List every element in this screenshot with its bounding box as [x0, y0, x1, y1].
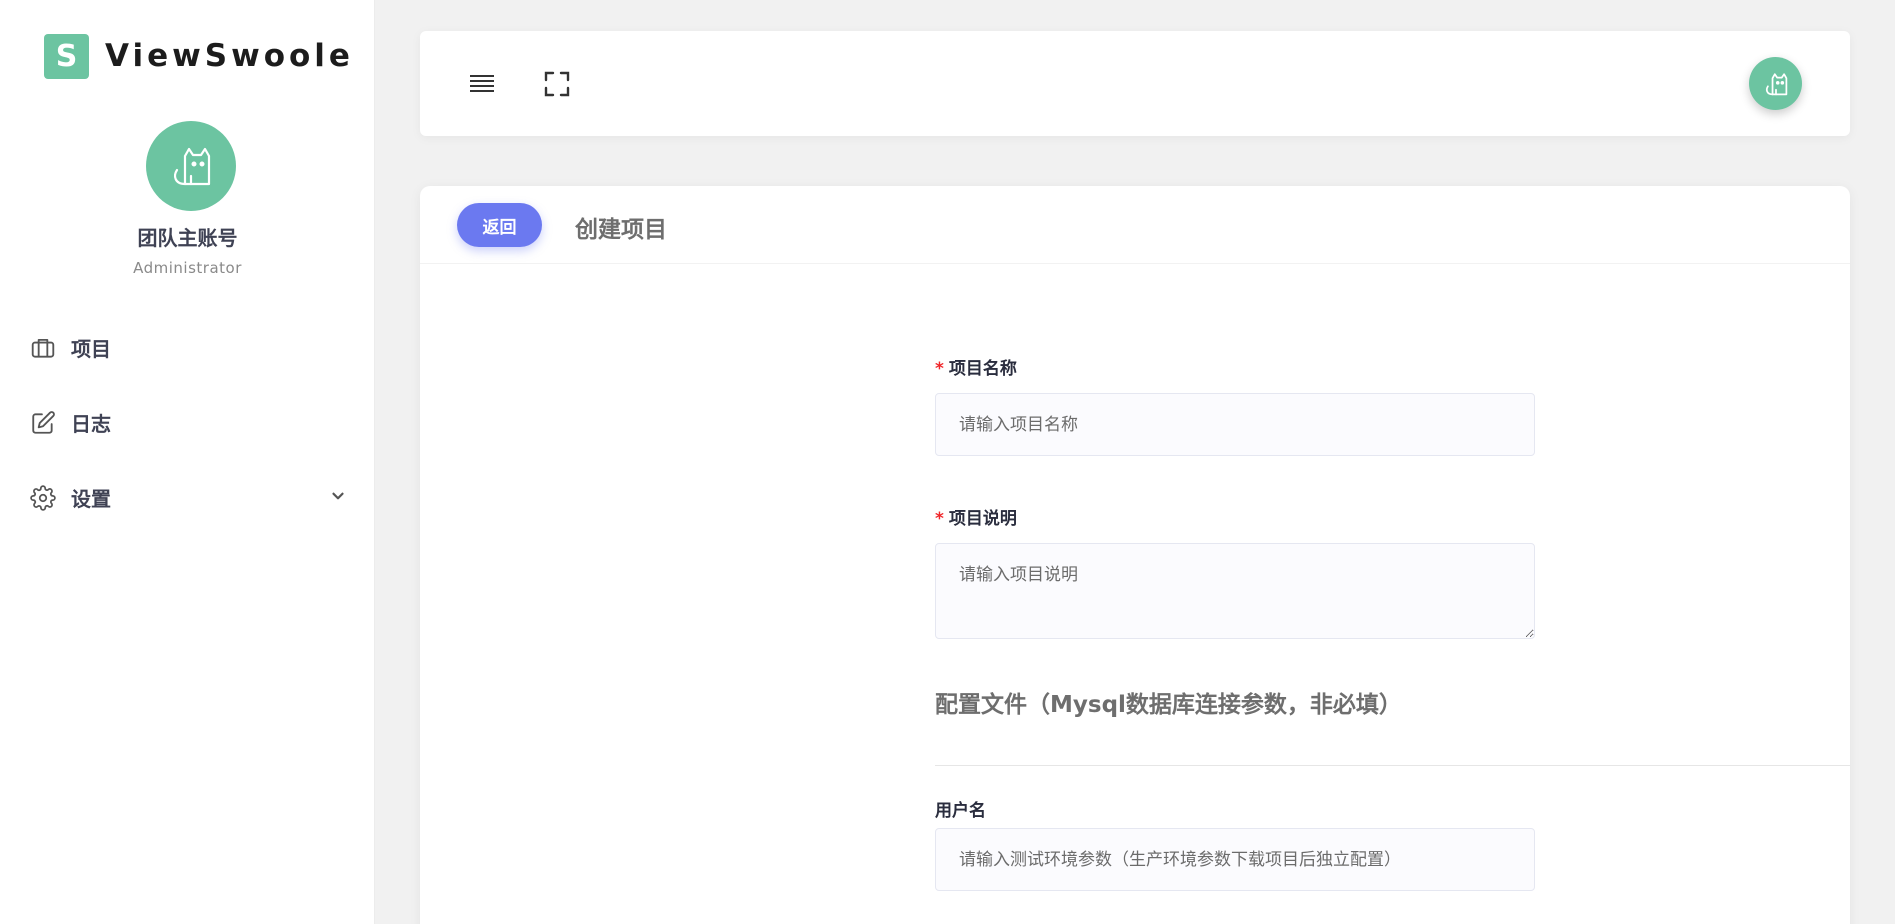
username-label: 用户名: [935, 801, 986, 821]
required-mark: *: [935, 509, 944, 529]
app-root: S ViewSwoole 团队主账号 Administrator 项目 日志 设…: [0, 0, 1895, 924]
sidebar-item-label: 设置: [71, 487, 111, 511]
project-desc-label-text: 项目说明: [948, 509, 1017, 529]
profile-avatar: [146, 121, 236, 211]
sidebar-item-label: 日志: [71, 412, 111, 436]
brand-name: ViewSwoole: [105, 38, 354, 74]
project-desc-textarea[interactable]: [935, 543, 1535, 639]
user-avatar-button[interactable]: [1749, 57, 1802, 110]
brand-logo-icon: S: [44, 33, 89, 79]
edit-icon: [29, 409, 57, 437]
username-input[interactable]: [935, 828, 1535, 891]
back-button[interactable]: 返回: [457, 203, 542, 247]
profile-role: Administrator: [133, 259, 242, 277]
card-header: 返回 创建项目: [420, 186, 1850, 264]
top-header: [420, 31, 1850, 136]
menu-icon: [470, 75, 494, 92]
required-mark: *: [935, 359, 944, 379]
profile-name: 团队主账号: [137, 226, 238, 250]
sidebar-item-projects[interactable]: 项目: [0, 310, 375, 385]
brand[interactable]: S ViewSwoole: [44, 33, 354, 79]
page-title: 创建项目: [575, 217, 667, 243]
project-name-label-text: 项目名称: [948, 359, 1017, 379]
project-desc-label: * 项目说明: [935, 504, 1017, 529]
sidebar-item-label: 项目: [71, 337, 111, 361]
gear-icon: [29, 484, 57, 512]
menu-toggle-button[interactable]: [462, 64, 502, 104]
section-divider: [935, 765, 1850, 766]
create-project-card: 返回 创建项目 *项目名称 *项目说明 配置文件（Mysql数据库连接参数，非必…: [420, 186, 1850, 924]
fullscreen-icon: [544, 71, 570, 97]
config-section-title: 配置文件（Mysql数据库连接参数，非必填）: [935, 692, 1402, 718]
briefcase-icon: [29, 334, 57, 362]
project-name-label: * 项目名称: [935, 354, 1017, 379]
chevron-down-icon[interactable]: [329, 487, 347, 505]
sidebar: S ViewSwoole 团队主账号 Administrator 项目 日志 设…: [0, 0, 375, 924]
sidebar-item-settings[interactable]: 设置: [0, 460, 375, 535]
sidebar-item-logs[interactable]: 日志: [0, 385, 375, 460]
project-name-input[interactable]: [935, 393, 1535, 456]
cat-avatar-icon: [1765, 72, 1787, 95]
sidebar-nav: 项目 日志 设置: [0, 310, 375, 535]
fullscreen-button[interactable]: [537, 64, 577, 104]
cat-avatar-icon: [174, 147, 211, 186]
